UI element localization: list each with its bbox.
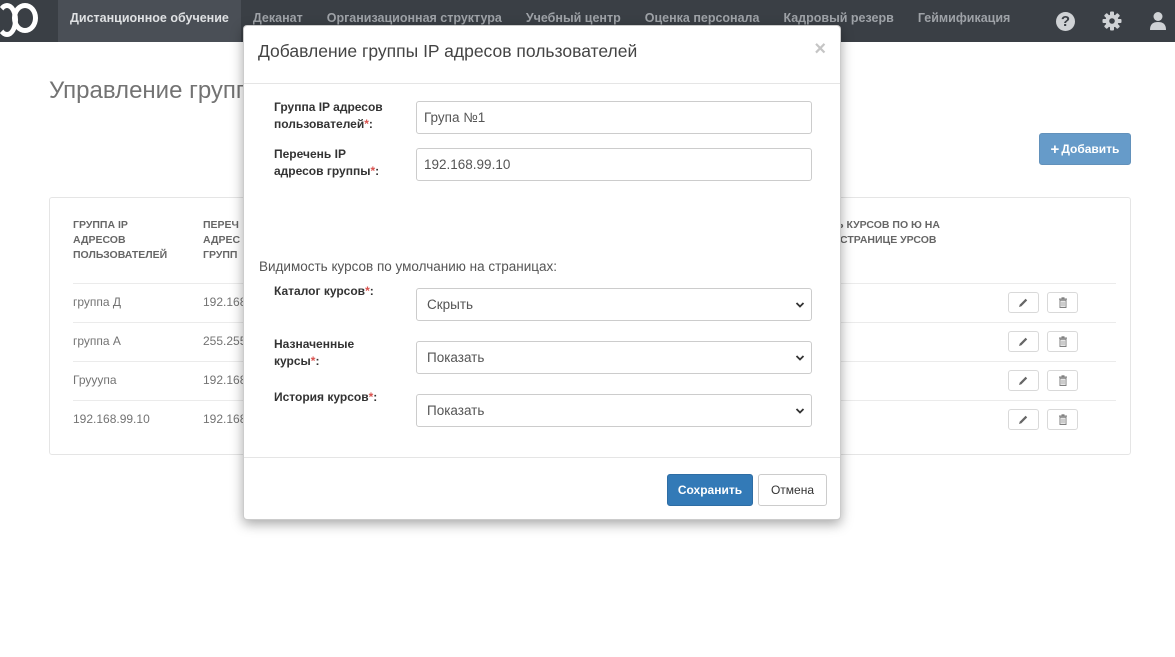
gear-icon bbox=[1102, 11, 1121, 31]
close-icon[interactable]: × bbox=[814, 38, 826, 61]
catalog-label-text: Каталог курсов bbox=[274, 284, 366, 298]
label-colon: : bbox=[375, 164, 380, 178]
chevron-down-icon bbox=[795, 302, 805, 308]
add-ip-group-dialog: Добавление группы IP адресов пользовател… bbox=[243, 25, 841, 520]
help-button[interactable]: ? bbox=[1054, 10, 1077, 33]
label-colon: : bbox=[373, 390, 378, 404]
history-label: История курсов*: bbox=[274, 389, 404, 406]
nav-item-distance-learning[interactable]: Дистанционное обучение bbox=[58, 0, 241, 42]
assigned-select[interactable]: Показать bbox=[416, 341, 812, 374]
history-select[interactable]: Показать bbox=[416, 394, 812, 427]
user-menu-button[interactable] bbox=[1146, 10, 1169, 33]
save-button[interactable]: Сохранить bbox=[667, 474, 753, 506]
cancel-button[interactable]: Отмена bbox=[758, 474, 827, 506]
history-select-value: Показать bbox=[427, 403, 485, 418]
history-label-text: История курсов bbox=[274, 390, 369, 404]
user-icon bbox=[1149, 12, 1166, 30]
dialog-header-divider bbox=[244, 83, 840, 84]
chevron-down-icon bbox=[795, 408, 805, 414]
label-colon: : bbox=[368, 117, 373, 131]
visibility-caption: Видимость курсов по умолчанию на страниц… bbox=[259, 259, 558, 274]
assigned-label: Назначенные курсы*: bbox=[274, 336, 364, 370]
catalog-label: Каталог курсов*: bbox=[274, 283, 404, 300]
logo-mark[interactable] bbox=[0, 0, 50, 42]
group-name-input[interactable]: Група №1 bbox=[416, 101, 812, 134]
label-colon: : bbox=[369, 284, 374, 298]
assigned-select-value: Показать bbox=[427, 350, 485, 365]
label-colon: : bbox=[315, 354, 320, 368]
catalog-select-value: Скрыть bbox=[427, 297, 474, 312]
nav-icons: ? bbox=[1054, 0, 1175, 42]
nav-item-gamification[interactable]: Геймификация bbox=[906, 0, 1023, 42]
ip-list-label-text: Перечень IP адресов группы bbox=[274, 147, 371, 178]
catalog-select[interactable]: Скрыть bbox=[416, 288, 812, 321]
help-icon: ? bbox=[1056, 11, 1075, 31]
dialog-title: Добавление группы IP адресов пользовател… bbox=[258, 41, 638, 61]
settings-button[interactable] bbox=[1100, 10, 1123, 33]
dialog-footer-divider bbox=[244, 457, 840, 458]
group-name-label: Группа IP адресов пользователей*: bbox=[274, 99, 404, 133]
chevron-down-icon bbox=[795, 355, 805, 361]
ip-list-label: Перечень IP адресов группы*: bbox=[274, 146, 394, 180]
ip-list-input[interactable]: 192.168.99.10 bbox=[416, 148, 812, 181]
logo-ring bbox=[12, 3, 38, 33]
